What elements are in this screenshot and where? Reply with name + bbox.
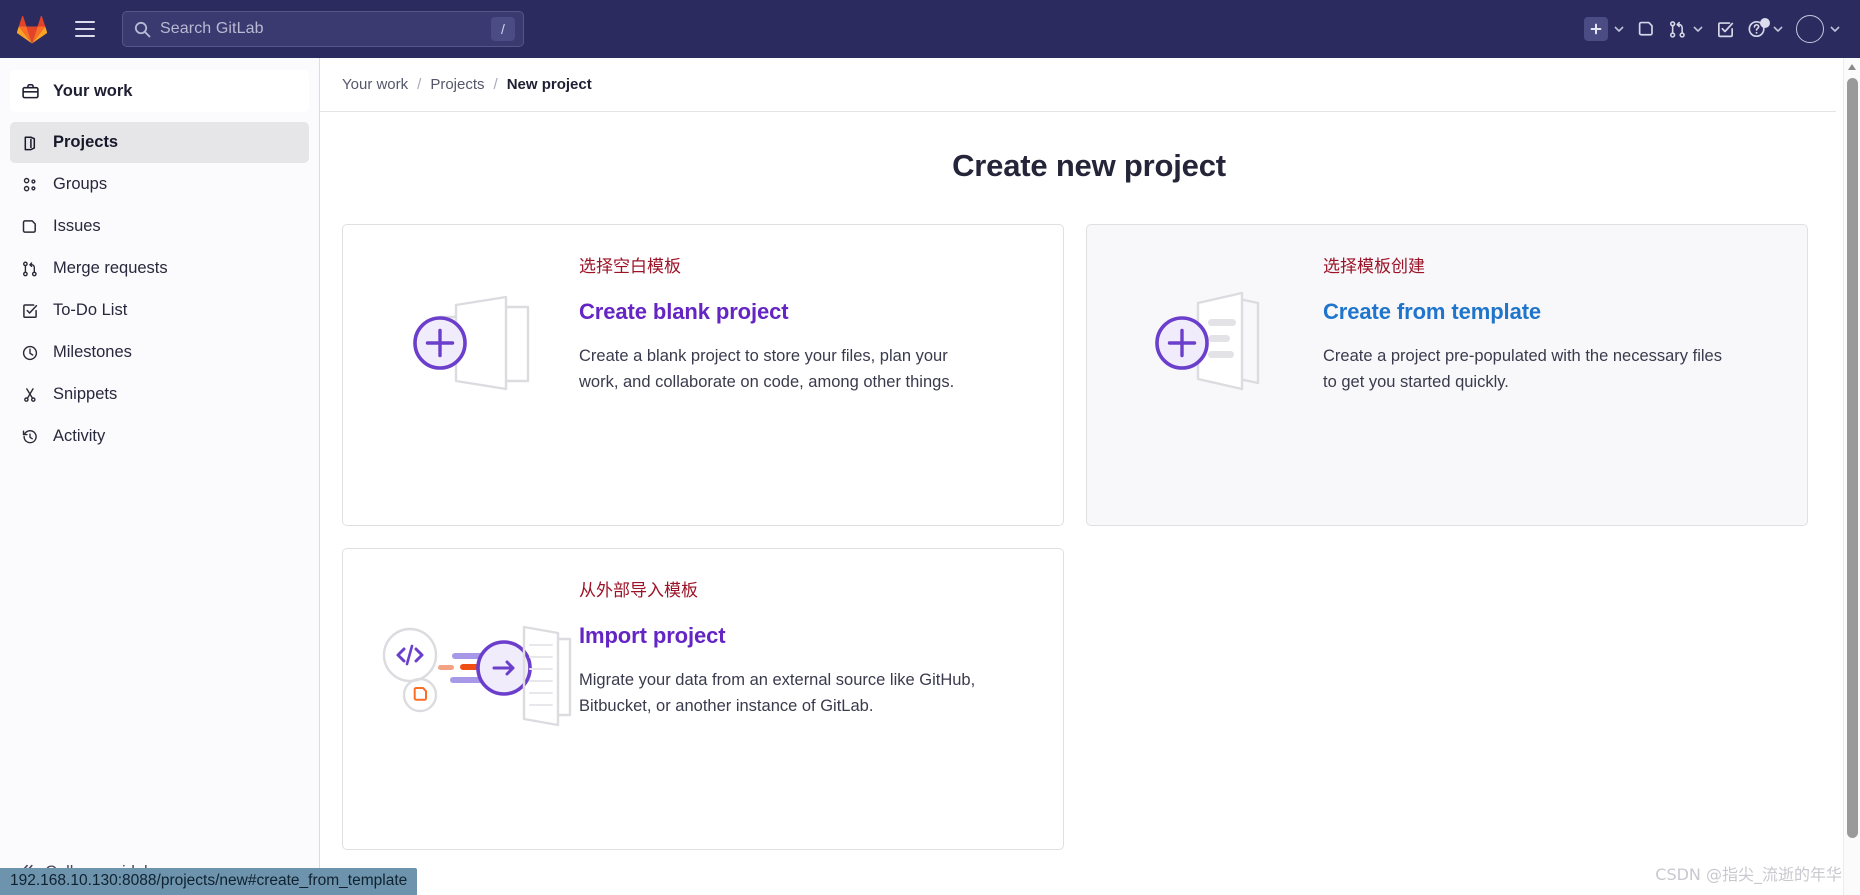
issues-icon	[20, 218, 40, 236]
avatar	[1796, 15, 1824, 43]
status-bar-url: 192.168.10.130:8088/projects/new#create_…	[0, 868, 418, 895]
todos-link[interactable]	[1711, 9, 1740, 49]
app-body: Your work Projects Groups Issues Merge r…	[0, 58, 1860, 895]
card-description: Create a project pre-populated with the …	[1323, 347, 1722, 392]
card-text-block: 选择模板创建 Create from template Create a pro…	[1323, 255, 1781, 396]
breadcrumb: Your work / Projects / New project	[320, 58, 1836, 112]
sidebar-item-label: To-Do List	[53, 301, 128, 319]
sidebar-item-milestones[interactable]: Milestones	[10, 332, 309, 373]
sidebar-item-snippets[interactable]: Snippets	[10, 374, 309, 415]
sidebar: Your work Projects Groups Issues Merge r…	[0, 58, 320, 895]
topbar-actions	[1579, 9, 1846, 49]
page-title: Create new project	[952, 148, 1226, 183]
breadcrumb-separator: /	[417, 76, 422, 93]
card-title[interactable]: Create from template	[1323, 299, 1781, 325]
create-blank-project-card[interactable]: 选择空白模板 Create blank project Create a bla…	[342, 224, 1064, 526]
import-project-card[interactable]: 从外部导入模板 Import project Migrate your data…	[342, 548, 1064, 850]
page-content: Create new project 选择空白模板 Create blank p…	[320, 112, 1860, 850]
breadcrumb-item-new-project: New project	[506, 76, 592, 93]
sidebar-item-projects[interactable]: Projects	[10, 122, 309, 163]
scroll-up-arrow-icon[interactable]	[1844, 58, 1860, 75]
sidebar-item-activity[interactable]: Activity	[10, 416, 309, 457]
groups-icon	[20, 176, 40, 194]
card-title[interactable]: Create blank project	[579, 299, 1037, 325]
gitlab-fox-logo[interactable]	[12, 9, 52, 49]
search-placeholder: Search GitLab	[160, 20, 264, 37]
annotation-text: 选择空白模板	[579, 257, 681, 277]
create-new-menu[interactable]	[1579, 9, 1630, 49]
sidebar-item-todo-list[interactable]: To-Do List	[10, 290, 309, 331]
sidebar-header-label: Your work	[53, 81, 133, 100]
sidebar-item-label: Issues	[53, 217, 101, 235]
annotation-text: 选择模板创建	[1323, 257, 1425, 277]
sidebar-nav-list: Projects Groups Issues Merge requests To…	[0, 116, 319, 457]
sidebar-header-area: Your work	[0, 58, 319, 116]
issues-link[interactable]	[1632, 9, 1661, 49]
project-type-cards: 选择空白模板 Create blank project Create a bla…	[342, 224, 1836, 850]
top-navigation-bar: Search GitLab /	[0, 0, 1860, 58]
blank-project-illustration	[369, 255, 579, 401]
merge-requests-menu[interactable]	[1663, 9, 1709, 49]
sidebar-item-label: Snippets	[53, 385, 118, 403]
history-icon	[20, 428, 40, 446]
watermark-text: CSDN @指尖_流逝的年华	[1655, 865, 1842, 884]
projects-icon	[20, 134, 40, 152]
sidebar-item-label: Groups	[53, 175, 108, 193]
todo-checkbox-icon	[1716, 20, 1735, 39]
card-description: Create a blank project to store your fil…	[579, 347, 955, 392]
merge-request-icon	[1668, 20, 1687, 39]
issues-icon	[1637, 20, 1656, 39]
search-shortcut-badge: /	[491, 17, 515, 41]
breadcrumb-separator: /	[493, 76, 498, 93]
chevron-down-icon	[1829, 23, 1841, 35]
scrollbar-thumb[interactable]	[1847, 78, 1858, 838]
gitlab-app-window: Search GitLab / Your work Projects Group…	[0, 0, 1860, 895]
help-menu[interactable]	[1742, 9, 1789, 49]
sidebar-item-label: Activity	[53, 427, 106, 445]
clock-icon	[20, 344, 40, 362]
sidebar-item-label: Merge requests	[53, 259, 168, 277]
template-project-illustration	[1113, 255, 1323, 401]
hamburger-menu-icon[interactable]	[68, 12, 102, 46]
chevron-down-icon	[1613, 23, 1625, 35]
question-circle-icon	[1747, 18, 1770, 39]
plus-square-icon	[1584, 17, 1608, 41]
page-scrollbar[interactable]	[1843, 58, 1860, 895]
chevron-down-icon	[1692, 23, 1704, 35]
sidebar-item-groups[interactable]: Groups	[10, 164, 309, 205]
sidebar-item-merge-requests[interactable]: Merge requests	[10, 248, 309, 289]
merge-request-icon	[20, 260, 40, 278]
card-text-block: 从外部导入模板 Import project Migrate your data…	[579, 579, 1037, 720]
user-menu[interactable]	[1791, 9, 1846, 49]
sidebar-item-label: Milestones	[53, 343, 132, 361]
breadcrumb-item-projects[interactable]: Projects	[430, 76, 484, 93]
card-description: Migrate your data from an external sourc…	[579, 671, 976, 716]
sidebar-item-label: Projects	[53, 133, 119, 151]
briefcase-icon	[20, 82, 40, 101]
chevron-down-icon	[1772, 23, 1784, 35]
card-title[interactable]: Import project	[579, 623, 1037, 649]
card-text-block: 选择空白模板 Create blank project Create a bla…	[579, 255, 1037, 396]
main-content: Your work / Projects / New project Creat…	[320, 58, 1860, 895]
search-input[interactable]: Search GitLab /	[122, 11, 524, 47]
notification-dot	[1760, 18, 1770, 28]
scissors-icon	[20, 386, 40, 404]
sidebar-item-issues[interactable]: Issues	[10, 206, 309, 247]
create-from-template-card[interactable]: 选择模板创建 Create from template Create a pro…	[1086, 224, 1808, 526]
breadcrumb-item-your-work[interactable]: Your work	[342, 76, 408, 93]
annotation-text: 从外部导入模板	[579, 581, 698, 601]
import-project-illustration	[369, 579, 579, 733]
todo-checkbox-icon	[20, 302, 40, 320]
search-icon	[134, 21, 151, 38]
sidebar-header-your-work[interactable]: Your work	[10, 70, 309, 112]
